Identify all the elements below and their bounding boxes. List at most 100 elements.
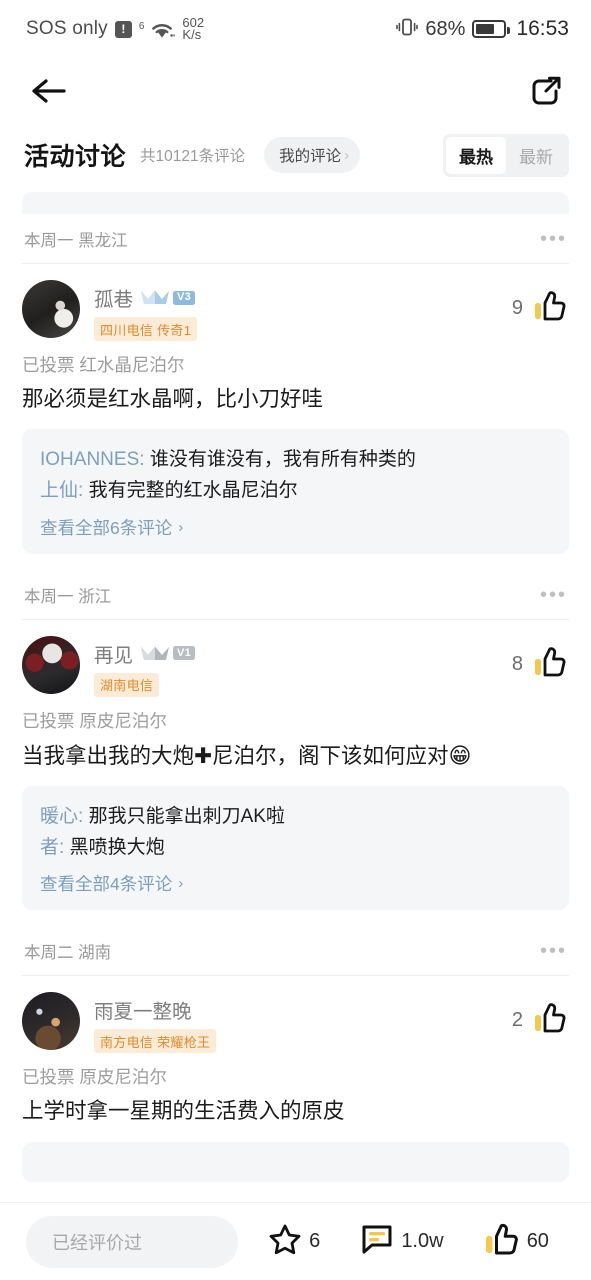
avatar[interactable] [22, 635, 80, 694]
comment-identity: 孤巷 V3 四川电信 传奇1 [94, 280, 512, 341]
like-count: 2 [511, 1009, 523, 1032]
like-count: 9 [511, 297, 523, 319]
comment-header: 再见 V1 湖南电信 8 [22, 620, 569, 697]
username[interactable]: 再见 [94, 639, 133, 668]
tab-sort-new[interactable]: 最新 [506, 137, 566, 174]
voted-label: 已投票 红水晶尼泊尔 [22, 355, 185, 375]
like-control[interactable]: 8 [512, 636, 569, 683]
crown-icon [140, 644, 170, 663]
comment-action[interactable]: 1.0w [360, 1223, 444, 1260]
chevron-right-icon: › [178, 875, 184, 893]
chevron-right-icon: › [178, 518, 184, 536]
reply-text: 我有完整的红水晶尼泊尔 [88, 479, 298, 501]
previous-comment-partial [22, 192, 569, 214]
comment-header: 孤巷 V3 四川电信 传奇1 9 [22, 264, 569, 341]
bottom-actions: 6 1.0w 60 [238, 1223, 569, 1261]
username-line: 孤巷 V3 [94, 283, 512, 312]
reply-item: 上仙: 我有完整的红水晶尼泊尔 [40, 476, 551, 507]
page-title: 活动讨论 [24, 143, 127, 171]
chevron-right-icon: › [344, 146, 350, 164]
user-tag-line: 湖南电信 [94, 672, 512, 697]
comment-item: 孤巷 V3 四川电信 传奇1 9 已投票 红水晶尼泊尔 那必须是红水晶啊，比小刀… [0, 264, 591, 570]
carrier-label: SOS only [26, 18, 108, 39]
thumbs-up-icon[interactable] [533, 1002, 567, 1039]
like-count: 8 [511, 652, 523, 675]
status-bar-left: SOS only ! 6 602 K/s [26, 16, 204, 42]
comment-body: 当我拿出我的大炮✚尼泊尔，阁下该如何应对😁 [22, 740, 569, 772]
reply-box[interactable] [22, 1141, 569, 1182]
wifi-icon [149, 19, 176, 39]
reply-author[interactable]: 者: [40, 837, 64, 858]
like-action[interactable]: 60 [484, 1223, 549, 1261]
thumbs-up-icon[interactable] [484, 1223, 520, 1261]
level-badge: V1 [140, 644, 197, 663]
more-options-icon[interactable]: ••• [540, 941, 567, 961]
avatar[interactable] [22, 992, 80, 1051]
comment-count: 1.0w [401, 1230, 444, 1252]
back-arrow-icon[interactable] [30, 76, 68, 106]
comment-meta-label: 本周二 湖南 [24, 944, 112, 963]
sort-segmented-control: 最热 最新 [443, 133, 569, 177]
comment-count-label: 共10121条评论 [140, 148, 246, 165]
more-options-icon[interactable]: ••• [540, 229, 567, 249]
level-tag: V3 [173, 290, 196, 305]
username[interactable]: 孤巷 [94, 283, 133, 312]
crown-icon [140, 288, 170, 307]
comment-feed: 本周一 黑龙江 ••• 孤巷 V3 四川电信 传奇1 9 已投票 红水晶尼泊尔 … [0, 192, 591, 1182]
alert-icon: ! [114, 20, 132, 38]
reply-box[interactable]: 暖心: 那我只能拿出刺刀AK啦 者: 黑喷换大炮 查看全部4条评论 › [22, 785, 569, 911]
user-tag-line: 四川电信 传奇1 [94, 317, 512, 341]
plus-icon: ✚ [194, 743, 213, 768]
status-bar-right: 68% 16:53 [396, 17, 569, 42]
reply-text: 谁没有谁没有，我有所有种类的 [149, 449, 416, 471]
title-row: 活动讨论 共10121条评论 我的评论 › 最热 最新 [0, 124, 591, 186]
comment-body: 那必须是红水晶啊，比小刀好哇 [22, 387, 324, 411]
avatar[interactable] [22, 280, 80, 338]
reply-item: 者: 黑喷换大炮 [40, 833, 551, 864]
thumbs-up-icon[interactable] [533, 646, 567, 683]
comment-header: 雨夏一整晚 南方电信 荣耀枪王 2 [22, 976, 569, 1054]
voted-label: 已投票 原皮尼泊尔 [22, 1067, 167, 1088]
user-tag: 四川电信 传奇1 [94, 317, 198, 341]
comment-bubble-icon[interactable] [360, 1223, 394, 1260]
view-all-label: 查看全部6条评论 [40, 517, 173, 538]
username-line: 再见 V1 [94, 639, 512, 668]
share-icon[interactable] [529, 74, 563, 108]
clock-label: 16:53 [516, 17, 569, 40]
speed-unit: K/s [182, 27, 202, 42]
reply-author[interactable]: 暖心: [40, 806, 83, 827]
reply-author[interactable]: IOHANNES: [40, 449, 145, 470]
comment-body-part2: 尼泊尔，阁下该如何应对 [212, 743, 449, 768]
star-icon[interactable] [268, 1223, 302, 1261]
reply-box[interactable]: IOHANNES: 谁没有谁没有，我有所有种类的 上仙: 我有完整的红水晶尼泊尔… [22, 429, 569, 554]
comment-input[interactable]: 已经评价过 [26, 1215, 238, 1268]
battery-icon [472, 20, 511, 38]
more-options-icon[interactable]: ••• [540, 585, 567, 605]
reply-item: IOHANNES: 谁没有谁没有，我有所有种类的 [40, 445, 551, 476]
thumbs-up-icon[interactable] [533, 290, 567, 327]
favorite-action[interactable]: 6 [268, 1223, 320, 1261]
view-all-replies-link[interactable]: 查看全部4条评论 › [40, 871, 551, 896]
comment-body: 上学时拿一星期的生活费入的原皮 [22, 1099, 345, 1124]
comment-item: 再见 V1 湖南电信 8 已投票 原皮尼泊尔 当我拿出我的大炮✚尼泊尔，阁下该如… [0, 620, 591, 927]
tab-sort-hot[interactable]: 最热 [446, 136, 506, 174]
nav-bar [0, 58, 591, 124]
network-gen-label: 6 [138, 20, 145, 32]
level-badge: V3 [140, 288, 197, 307]
like-control[interactable]: 2 [512, 992, 569, 1039]
level-tag: V1 [173, 646, 196, 661]
view-all-replies-link[interactable]: 查看全部6条评论 › [40, 515, 551, 540]
battery-percent: 68% [425, 17, 466, 40]
comment-item: 雨夏一整晚 南方电信 荣耀枪王 2 已投票 原皮尼泊尔 上学时拿一星期的生活费入… [0, 976, 591, 1182]
username[interactable]: 雨夏一整晚 [94, 995, 192, 1024]
bottom-action-bar: 已经评价过 6 1.0w 60 [0, 1202, 591, 1280]
like-control[interactable]: 9 [512, 280, 569, 327]
reply-text: 黑喷换大炮 [69, 836, 165, 858]
comment-input-placeholder: 已经评价过 [52, 1232, 142, 1253]
reply-author[interactable]: 上仙: [40, 480, 83, 501]
comment-spacer [22, 910, 569, 926]
reply-item: 暖心: 那我只能拿出刺刀AK啦 [40, 802, 551, 833]
my-comments-chip[interactable]: 我的评论 › [264, 137, 361, 173]
comment-body-part1: 当我拿出我的大炮 [22, 743, 195, 768]
comment-meta-label: 本周一 黑龙江 [24, 232, 128, 250]
